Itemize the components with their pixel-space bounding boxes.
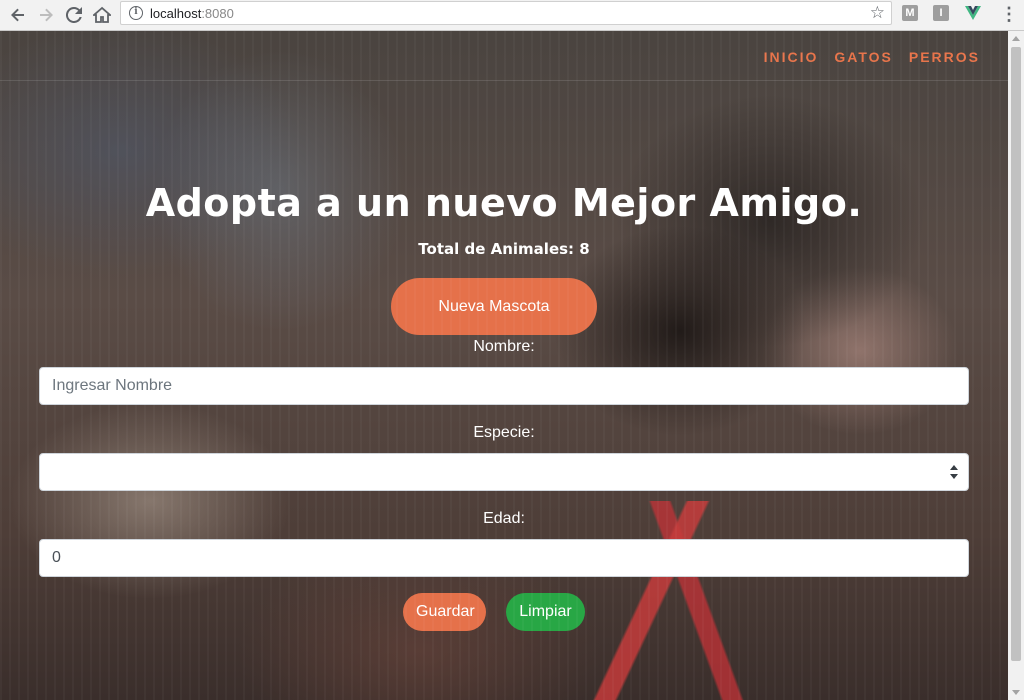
species-label: Especie: (473, 424, 535, 441)
page-title: Adopta a un nuevo Mejor Amigo. (145, 181, 863, 225)
save-button[interactable]: Guardar (403, 593, 486, 631)
kebab-menu-icon[interactable]: ⋮ (1000, 4, 1018, 24)
home-icon[interactable] (90, 3, 114, 27)
species-select[interactable] (39, 453, 969, 491)
age-label: Edad: (483, 510, 525, 527)
background-photo-ribbon (560, 501, 780, 700)
navbar-divider (0, 80, 1008, 81)
page-scrollbar[interactable] (1008, 31, 1024, 700)
name-input[interactable] (39, 367, 969, 405)
scroll-up-icon[interactable] (1012, 36, 1020, 41)
scroll-down-icon[interactable] (1012, 690, 1020, 695)
top-navigation: INICIO GATOS PERROS (764, 49, 980, 65)
extension-i-icon[interactable]: I (933, 5, 949, 21)
page-viewport: INICIO GATOS PERROS Adopta a un nuevo Me… (0, 31, 1008, 700)
browser-toolbar: i localhost:8080 ☆ M I ⋮ (0, 0, 1024, 31)
address-bar[interactable]: i localhost:8080 ☆ (120, 1, 892, 25)
select-arrows-icon (950, 465, 958, 479)
total-animals-text: Total de Animales: 8 (418, 240, 590, 258)
nav-link-gatos[interactable]: GATOS (834, 49, 893, 65)
reload-icon[interactable] (62, 3, 86, 27)
nav-link-inicio[interactable]: INICIO (764, 49, 819, 65)
forward-arrow-icon[interactable] (34, 3, 58, 27)
back-arrow-icon[interactable] (6, 3, 30, 27)
scrollbar-thumb[interactable] (1011, 47, 1021, 661)
star-icon[interactable]: ☆ (870, 3, 885, 23)
clear-button[interactable]: Limpiar (506, 593, 585, 631)
age-input[interactable] (39, 539, 969, 577)
vue-devtools-icon[interactable] (965, 5, 981, 21)
name-label: Nombre: (473, 338, 535, 355)
extension-m-icon[interactable]: M (902, 5, 918, 21)
new-pet-button[interactable]: Nueva Mascota (391, 278, 597, 335)
info-icon[interactable]: i (129, 6, 143, 20)
url-text: localhost:8080 (150, 6, 234, 21)
nav-link-perros[interactable]: PERROS (909, 49, 980, 65)
